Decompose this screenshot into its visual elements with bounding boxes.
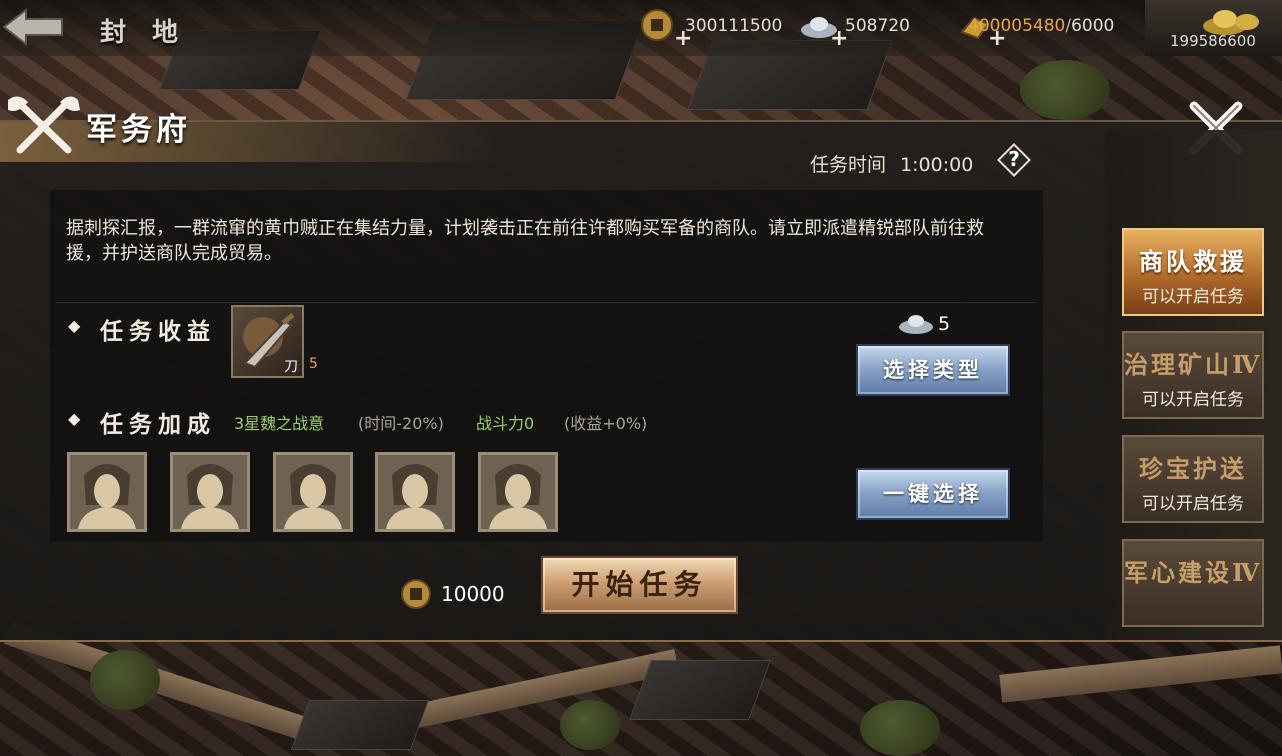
mission-description: 据刺探汇报，一群流窜的黄巾贼正在集结力量，计划袭击正在前往许都购买军备的商队。请… — [66, 218, 984, 264]
reward-label: 任务收益 — [100, 318, 216, 345]
back-button[interactable] — [0, 6, 70, 48]
tab-title: 商队救援 — [1139, 247, 1247, 276]
bonus-power: 战斗力0 — [476, 414, 535, 433]
hero-slot[interactable] — [273, 452, 353, 532]
bonus-income: (收益+0%) — [564, 414, 648, 433]
silver-value: 508720 — [845, 16, 910, 36]
copper-coin-icon — [641, 9, 673, 41]
divider — [56, 302, 1036, 303]
mission-tab-list[interactable]: 商队救援 可以开启任务 治理矿山Ⅳ 可以开启任务 珍宝护送 可以开启任务 军心建… — [1105, 130, 1282, 640]
bonus-label: 任务加成 — [100, 411, 216, 438]
bullet-icon: ◆ — [68, 316, 81, 335]
start-mission-button[interactable]: 开始任务 — [541, 556, 738, 614]
coin-cost: 10000 — [441, 582, 505, 606]
select-type-button[interactable]: 选择类型 — [856, 344, 1010, 396]
hero-slot[interactable] — [375, 452, 455, 532]
food-current: 400005480 — [968, 16, 1066, 36]
one-key-select-button[interactable]: 一键选择 — [856, 468, 1010, 520]
bonus-time: (时间-20%) — [358, 414, 444, 433]
copper-value: 300111500 — [685, 16, 783, 36]
reward-item-name: 刀 — [284, 359, 298, 375]
food-value: 400005480/6000 — [968, 16, 1114, 36]
top-bar: 封地 + 300111500 + 508720 + 400005480/6000 — [0, 0, 1282, 56]
help-icon-glyph: ? — [1008, 147, 1020, 171]
bullet-icon: ◆ — [68, 409, 81, 428]
tab-status: 可以开启任务 — [1142, 494, 1244, 514]
page-title: 封地 — [100, 18, 205, 48]
hero-slot[interactable] — [67, 452, 147, 532]
food-max: 6000 — [1071, 16, 1115, 36]
hero-silhouette-icon — [276, 455, 350, 529]
tab-treasure-escort[interactable]: 珍宝护送 可以开启任务 — [1122, 435, 1264, 523]
tab-title: 珍宝护送 — [1139, 454, 1247, 483]
hero-silhouette-icon — [173, 455, 247, 529]
tab-govern-mine[interactable]: 治理矿山Ⅳ 可以开启任务 — [1122, 331, 1264, 419]
tab-title: 军心建设Ⅳ — [1124, 558, 1263, 587]
tab-morale-building[interactable]: 军心建设Ⅳ — [1122, 539, 1264, 627]
tab-title: 治理矿山Ⅳ — [1124, 350, 1263, 379]
reward-item-count: 5 — [309, 356, 318, 372]
gold-value: 199586600 — [1170, 32, 1256, 50]
hero-slot[interactable] — [478, 452, 558, 532]
back-arrow-icon — [2, 7, 63, 47]
tab-status: 可以开启任务 — [1142, 390, 1244, 410]
silver-ingot-icon — [899, 315, 933, 334]
hero-silhouette-icon — [378, 455, 452, 529]
hero-silhouette-icon — [481, 455, 555, 529]
bonus-hero: 3星魏之战意 — [234, 414, 325, 433]
tab-caravan-rescue[interactable]: 商队救援 可以开启任务 — [1122, 228, 1264, 316]
tab-status: 可以开启任务 — [1142, 287, 1244, 307]
task-time-value: 1:00:00 — [900, 154, 974, 176]
copper-coin-icon — [401, 579, 431, 609]
task-time: 任务时间 1:00:00 — [810, 150, 973, 177]
help-button[interactable]: ? — [996, 142, 1032, 178]
task-time-label: 任务时间 — [810, 154, 887, 176]
crossed-axe-emblem-icon — [8, 96, 80, 154]
hero-slot[interactable] — [170, 452, 250, 532]
silver-cost: 5 — [938, 313, 951, 335]
panel-title: 军务府 — [86, 112, 191, 148]
hero-silhouette-icon — [70, 455, 144, 529]
